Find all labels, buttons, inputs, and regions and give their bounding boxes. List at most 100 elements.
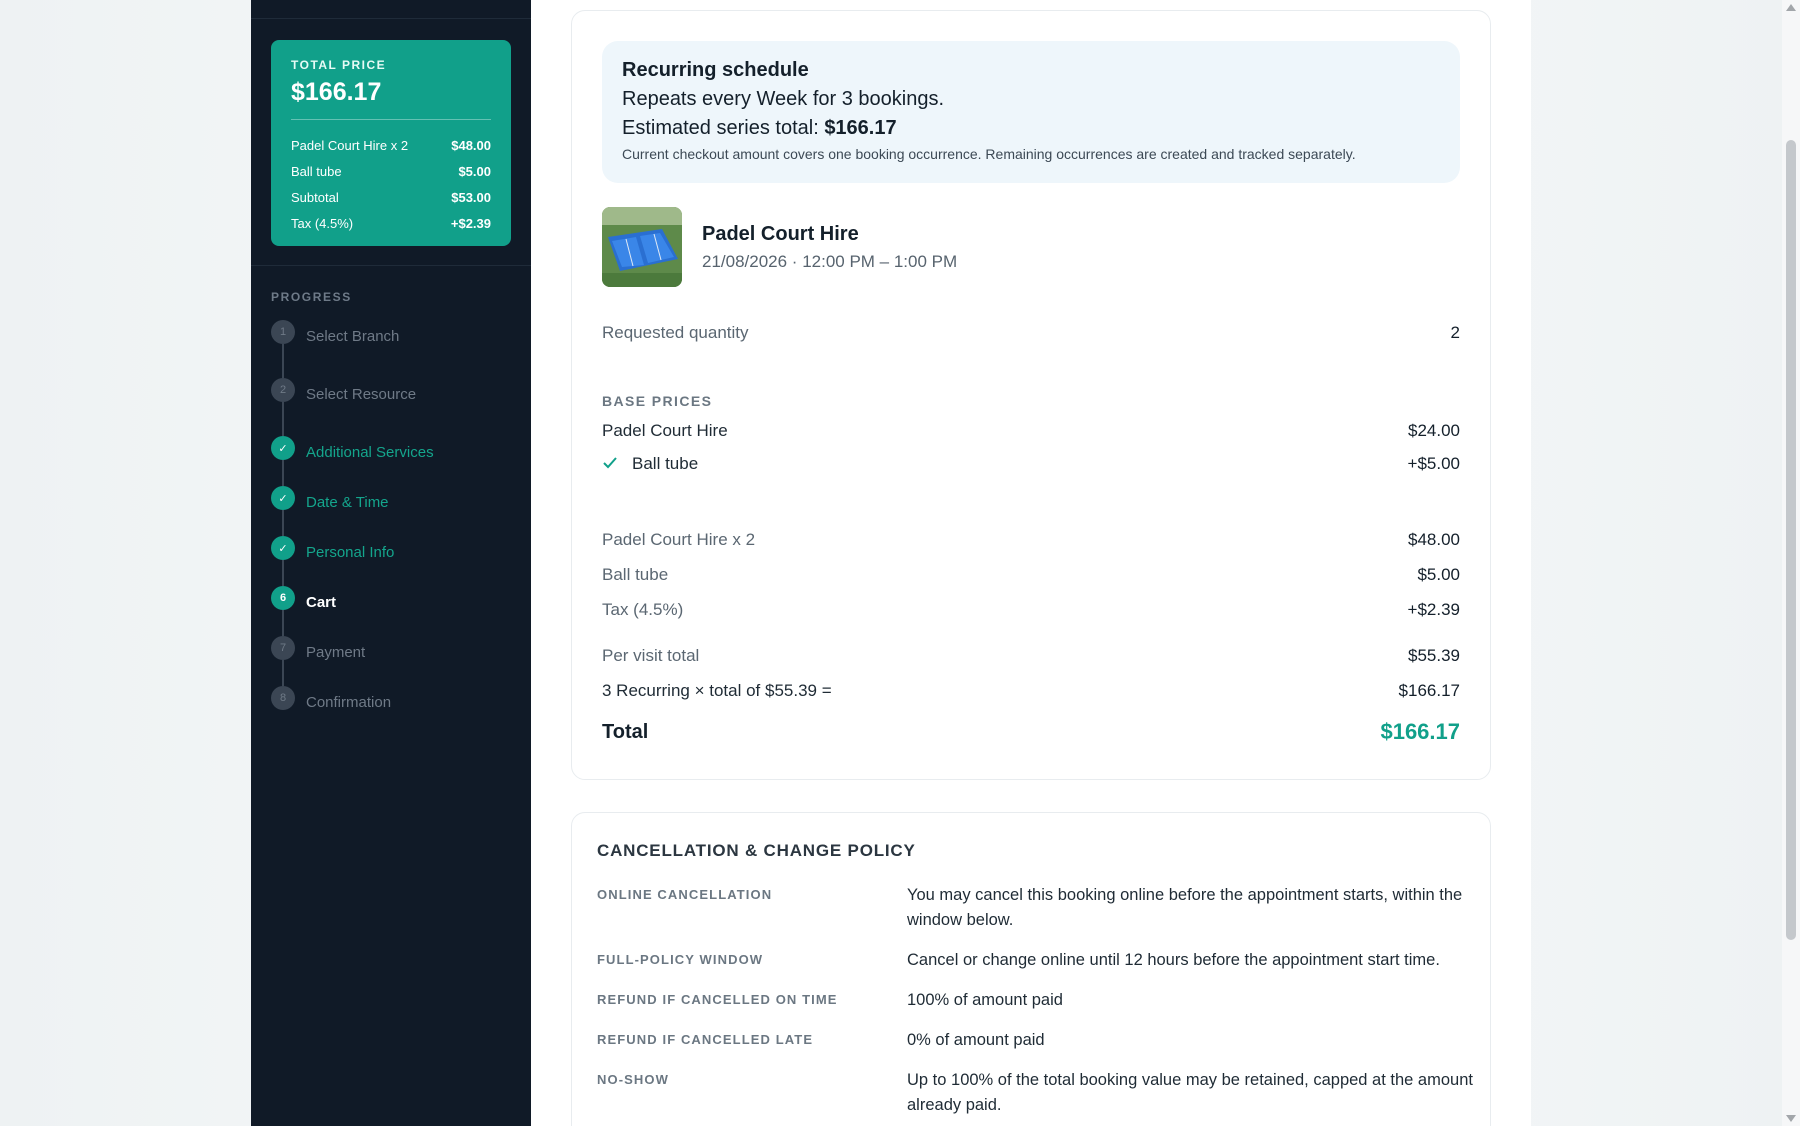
- item-datetime: 21/08/2026 · 12:00 PM – 1:00 PM: [702, 252, 958, 271]
- total-label: Total: [602, 720, 649, 743]
- breakdown-row: Tax (4.5%) +$2.39: [602, 600, 1460, 620]
- quantity-label: Requested quantity: [602, 323, 749, 342]
- price-line-value: $48.00: [451, 137, 491, 153]
- step-payment[interactable]: 7 Payment: [271, 636, 521, 666]
- base-price-value: $24.00: [1408, 421, 1460, 440]
- total-value: $166.17: [1380, 719, 1460, 744]
- breakdown-row: Padel Court Hire x 2 $48.00: [602, 530, 1460, 550]
- policy-key: NO-SHOW: [597, 1072, 669, 1087]
- recurring-calc-label: 3 Recurring × total of $55.39 =: [602, 681, 832, 700]
- step-number: 7: [271, 636, 295, 660]
- step-select-resource[interactable]: 2 Select Resource: [271, 378, 521, 408]
- step-label: Select Branch: [306, 328, 400, 345]
- step-label: Confirmation: [306, 694, 392, 711]
- step-number: 8: [271, 686, 295, 710]
- step-label: Personal Info: [306, 544, 395, 561]
- per-visit-row: Per visit total $55.39: [602, 646, 1460, 666]
- policy-key: REFUND IF CANCELLED LATE: [597, 1032, 814, 1047]
- price-line-label: Subtotal: [291, 189, 339, 205]
- recurring-calc-value: $166.17: [1398, 681, 1460, 700]
- total-row: Total $166.17: [602, 719, 1460, 745]
- base-price-addon: Ball tube: [602, 454, 698, 474]
- recurring-estimate-value: $166.17: [824, 117, 897, 139]
- booking-app: TOTAL PRICE $166.17 Padel Court Hire x 2…: [251, 0, 1531, 1126]
- breakdown-value: $48.00: [1408, 530, 1460, 549]
- booking-summary-card: Recurring schedule Repeats every Week fo…: [571, 10, 1491, 780]
- breakdown-label: Tax (4.5%): [602, 600, 684, 619]
- check-icon: ✓: [271, 486, 295, 510]
- scroll-up-icon[interactable]: [1786, 4, 1796, 11]
- policy-title: CANCELLATION & CHANGE POLICY: [597, 841, 916, 860]
- quantity-row: Requested quantity 2: [602, 323, 1460, 343]
- check-icon: ✓: [271, 436, 295, 460]
- court-image: [602, 207, 682, 287]
- step-select-branch[interactable]: 1 Select Branch: [271, 320, 521, 350]
- breakdown-value: +$2.39: [1407, 600, 1460, 619]
- policy-key: ONLINE CANCELLATION: [597, 887, 773, 902]
- per-visit-value: $55.39: [1408, 646, 1460, 665]
- breakdown-label: Padel Court Hire x 2: [602, 530, 756, 549]
- base-price-value: +$5.00: [1407, 454, 1460, 473]
- price-line-value: $53.00: [451, 189, 491, 205]
- price-line-value: +$2.39: [450, 215, 491, 231]
- price-line-label: Padel Court Hire x 2: [291, 137, 409, 153]
- sidebar-divider: [251, 265, 531, 266]
- base-prices-heading: BASE PRICES: [602, 393, 713, 409]
- step-number: 6: [271, 586, 295, 610]
- total-price-card: TOTAL PRICE $166.17 Padel Court Hire x 2…: [271, 40, 511, 246]
- sidebar-divider: [251, 18, 531, 19]
- recurring-schedule-box: Recurring schedule Repeats every Week fo…: [602, 41, 1460, 183]
- recurring-title: Recurring schedule: [622, 59, 809, 81]
- price-line: Ball tube $5.00: [291, 158, 491, 184]
- step-label: Date & Time: [306, 494, 389, 511]
- policy-value: Up to 100% of the total booking value ma…: [907, 1071, 1473, 1114]
- cancellation-policy-card: CANCELLATION & CHANGE POLICY ONLINE CANC…: [571, 812, 1491, 1126]
- price-line-value: $5.00: [458, 163, 491, 179]
- total-price-label: TOTAL PRICE: [291, 58, 387, 72]
- breakdown-value: $5.00: [1417, 565, 1460, 584]
- recurring-calc-row: 3 Recurring × total of $55.39 = $166.17: [602, 681, 1460, 701]
- step-additional-services[interactable]: ✓ Additional Services: [271, 436, 521, 466]
- step-label: Select Resource: [306, 386, 417, 403]
- price-line-label: Tax (4.5%): [291, 215, 354, 231]
- step-label: Payment: [306, 644, 366, 661]
- sidebar: TOTAL PRICE $166.17 Padel Court Hire x 2…: [251, 0, 531, 1126]
- scrollbar-thumb[interactable]: [1786, 140, 1796, 940]
- policy-key: REFUND IF CANCELLED ON TIME: [597, 992, 838, 1007]
- recurring-repeats: Repeats every Week for 3 bookings.: [622, 88, 945, 110]
- total-price-amount: $166.17: [291, 78, 382, 106]
- page-scrollbar[interactable]: [1782, 0, 1800, 1126]
- base-price-row: Ball tube +$5.00: [602, 454, 1460, 474]
- recurring-estimate-label: Estimated series total:: [622, 117, 819, 139]
- step-label: Additional Services: [306, 444, 434, 461]
- price-line: Subtotal $53.00: [291, 184, 491, 210]
- cart-main: Recurring schedule Repeats every Week fo…: [531, 0, 1531, 1126]
- policy-value: 0% of amount paid: [907, 1031, 1045, 1049]
- policy-value: You may cancel this booking online befor…: [907, 886, 1463, 929]
- price-line-label: Ball tube: [291, 163, 342, 179]
- step-number: 1: [271, 320, 295, 344]
- progress-heading: PROGRESS: [271, 290, 352, 304]
- check-icon: ✓: [271, 536, 295, 560]
- breakdown-row: Ball tube $5.00: [602, 565, 1460, 585]
- scroll-down-icon[interactable]: [1786, 1115, 1796, 1122]
- per-visit-label: Per visit total: [602, 646, 700, 665]
- step-personal-info[interactable]: ✓ Personal Info: [271, 536, 521, 566]
- price-card-divider: [291, 119, 491, 120]
- recurring-estimate: Estimated series total: $166.17: [622, 117, 1440, 140]
- check-icon: [603, 457, 617, 469]
- policy-key: FULL-POLICY WINDOW: [597, 952, 764, 967]
- step-date-time[interactable]: ✓ Date & Time: [271, 486, 521, 516]
- price-line: Tax (4.5%) +$2.39: [291, 210, 491, 236]
- base-price-row: Padel Court Hire $24.00: [602, 421, 1460, 441]
- base-price-label: Padel Court Hire: [602, 421, 728, 440]
- price-line: Padel Court Hire x 2 $48.00: [291, 132, 491, 158]
- step-cart[interactable]: 6 Cart: [271, 586, 521, 616]
- breakdown-label: Ball tube: [602, 565, 669, 584]
- quantity-value: 2: [1450, 323, 1460, 342]
- policy-value: Cancel or change online until 12 hours b…: [907, 951, 1440, 969]
- step-number: 2: [271, 378, 295, 402]
- recurring-note: Current checkout amount covers one booki…: [622, 146, 1356, 162]
- step-confirmation[interactable]: 8 Confirmation: [271, 686, 521, 716]
- item-title: Padel Court Hire: [702, 223, 859, 245]
